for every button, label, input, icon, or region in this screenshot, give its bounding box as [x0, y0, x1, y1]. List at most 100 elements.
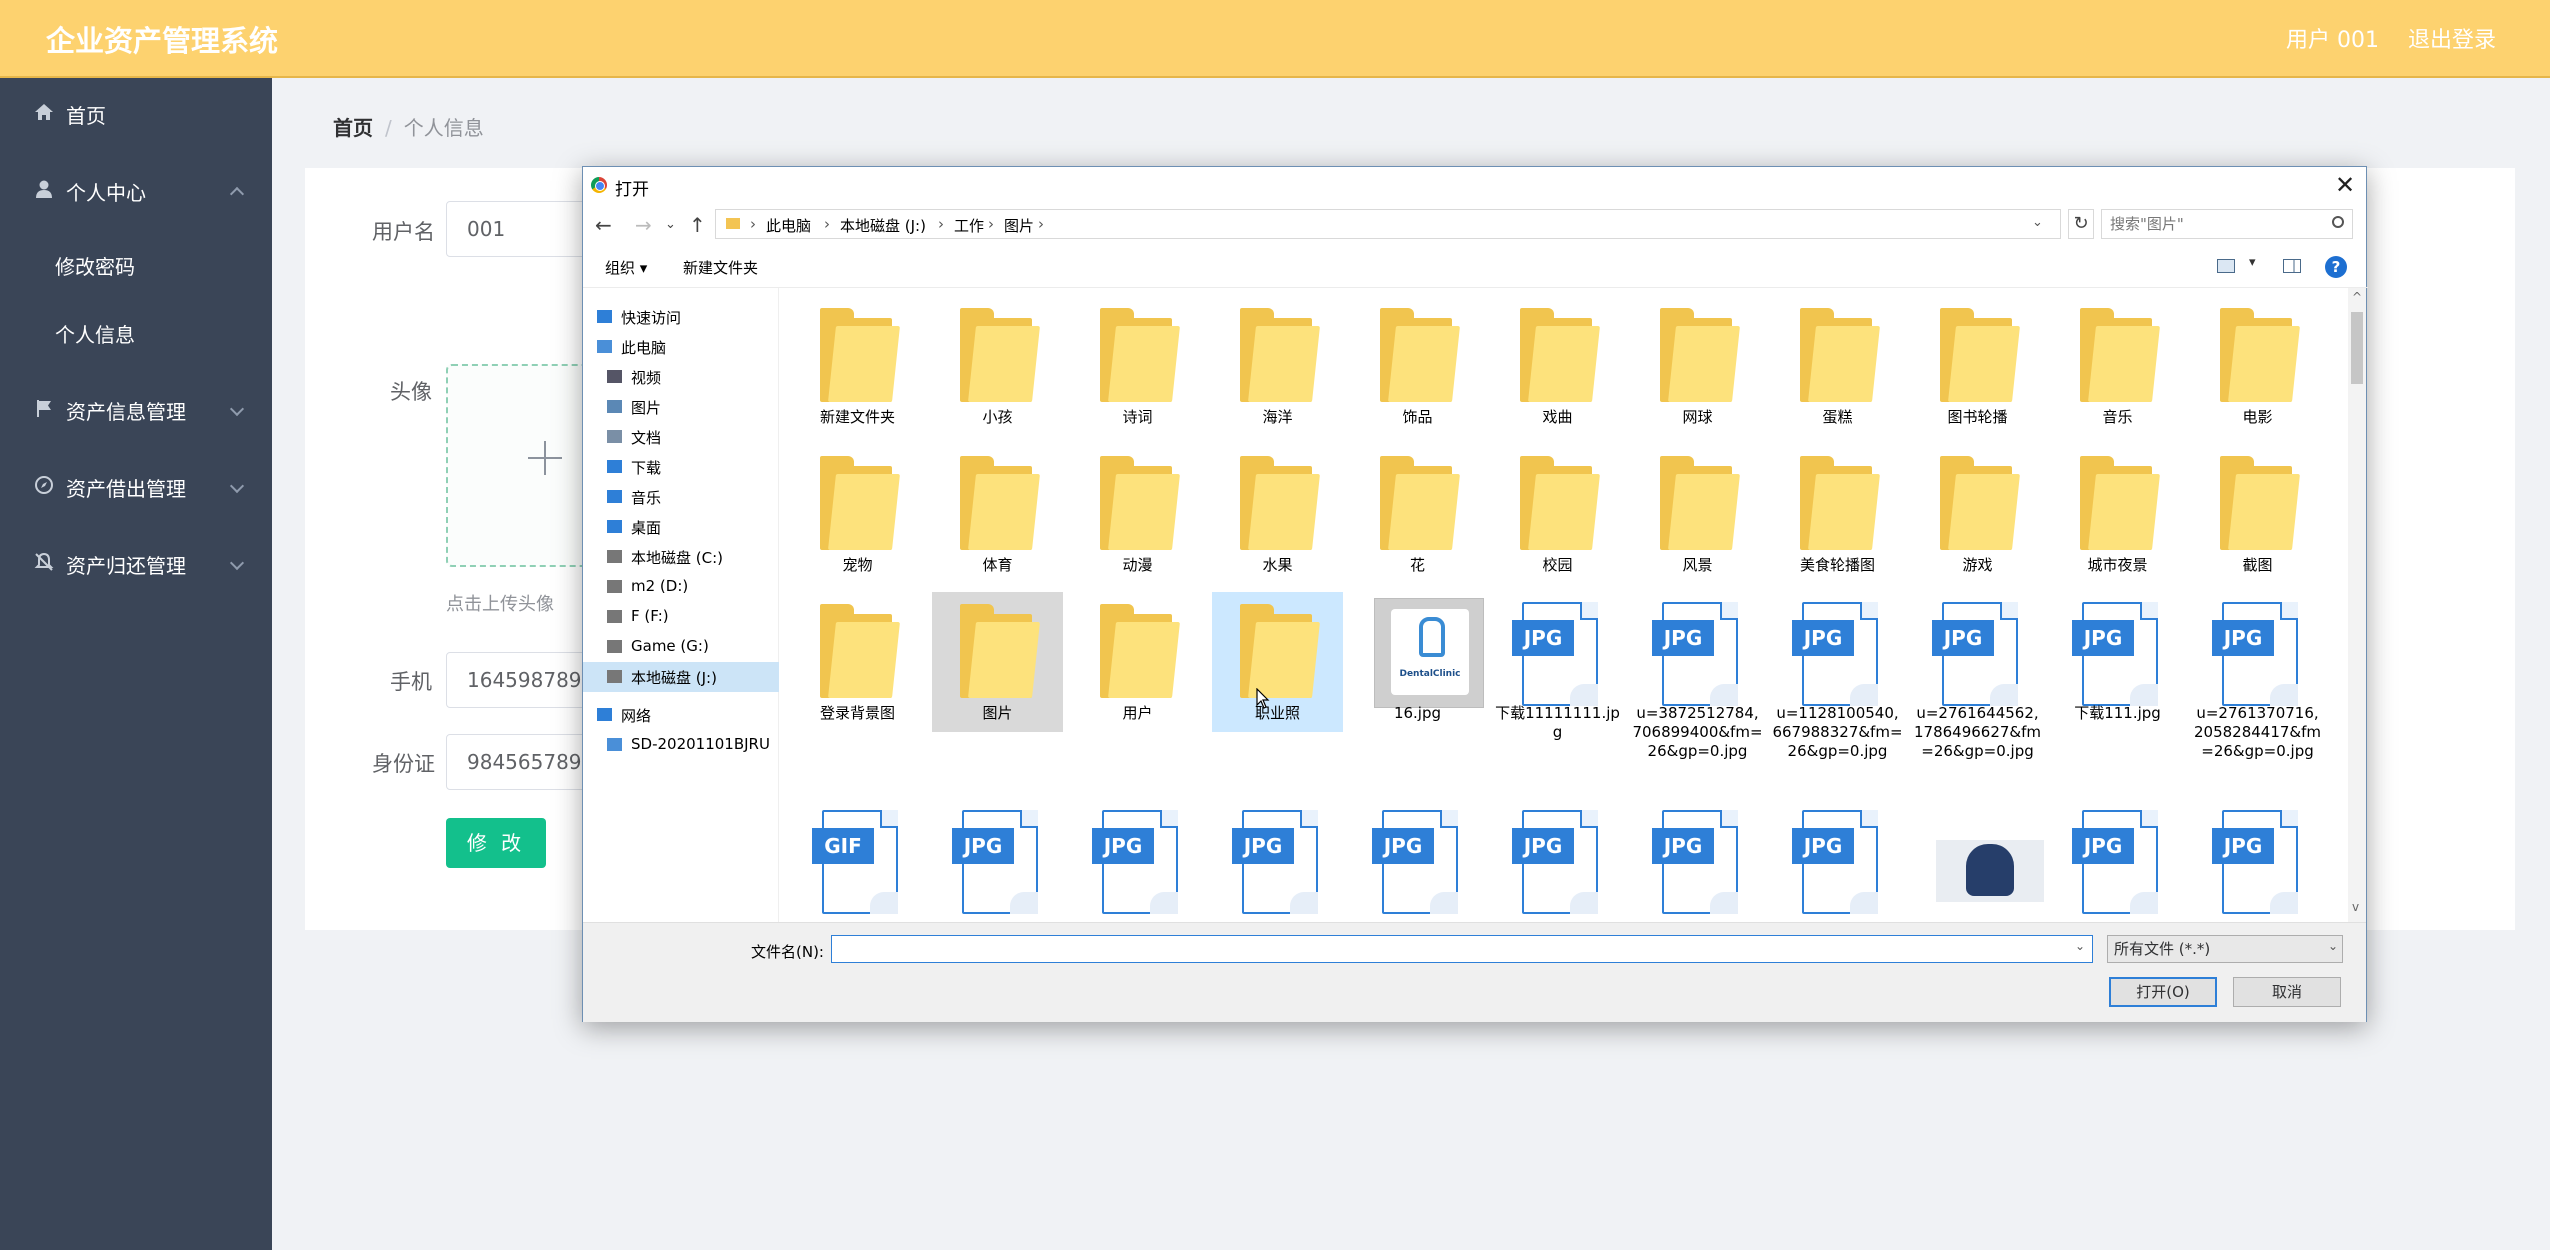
nav-item[interactable]: SD-20201101BJRU: [583, 730, 779, 760]
logout-link[interactable]: 退出登录: [2408, 22, 2496, 54]
file-item[interactable]: 戏曲: [1492, 296, 1623, 436]
up-button[interactable]: ↑: [689, 213, 706, 237]
file-item[interactable]: 海洋: [1212, 296, 1343, 436]
search-input[interactable]: 搜索"图片": [2101, 209, 2353, 239]
file-item[interactable]: 花: [1352, 444, 1483, 584]
file-item[interactable]: 水果: [1212, 444, 1343, 584]
nav-item[interactable]: Game (G:): [583, 632, 779, 662]
filename-input[interactable]: [831, 935, 2093, 963]
file-item[interactable]: 职业照: [1212, 592, 1343, 732]
sidebar-item-asset-lend[interactable]: 资产借出管理: [0, 451, 272, 521]
sidebar-item-asset-info[interactable]: 资产信息管理: [0, 374, 272, 444]
file-item[interactable]: JPG: [2192, 800, 2323, 922]
nav-item[interactable]: 文档: [583, 422, 779, 452]
file-item[interactable]: JPG: [932, 800, 1063, 922]
file-item[interactable]: 蛋糕: [1772, 296, 1903, 436]
file-item[interactable]: JPG: [1072, 800, 1203, 922]
chevron-down-icon[interactable]: ⌄: [2075, 939, 2085, 953]
file-item[interactable]: GIF: [792, 800, 923, 922]
nav-item[interactable]: 此电脑: [583, 332, 779, 362]
nav-item[interactable]: 本地磁盘 (C:): [583, 542, 779, 572]
view-options-icon[interactable]: [2217, 259, 2235, 273]
nav-item[interactable]: 桌面: [583, 512, 779, 542]
nav-item[interactable]: 图片: [583, 392, 779, 422]
path-segment[interactable]: 图片: [1004, 215, 1034, 236]
cancel-button[interactable]: 取消: [2233, 977, 2341, 1007]
chevron-down-icon[interactable]: ⌄: [2328, 939, 2338, 953]
phone-field[interactable]: 16459878982: [446, 652, 586, 708]
file-item[interactable]: 校园: [1492, 444, 1623, 584]
nav-item[interactable]: m2 (D:): [583, 572, 779, 602]
sidebar-item-personal-center[interactable]: 个人中心: [0, 155, 272, 225]
filetype-select[interactable]: 所有文件 (*.*): [2107, 935, 2343, 963]
scrollbar-thumb[interactable]: [2351, 312, 2363, 384]
file-item[interactable]: 网球: [1632, 296, 1763, 436]
file-item[interactable]: 动漫: [1072, 444, 1203, 584]
nav-item[interactable]: 快速访问: [583, 302, 779, 332]
address-bar[interactable]: › 此电脑 › 本地磁盘 (J:) › 工作 › 图片 › ⌄: [715, 209, 2061, 239]
file-item[interactable]: 美食轮播图: [1772, 444, 1903, 584]
file-item[interactable]: JPG: [1772, 800, 1903, 922]
chevron-down-icon[interactable]: ⌄: [2032, 215, 2043, 230]
forward-button[interactable]: →: [635, 213, 652, 237]
file-item[interactable]: 体育: [932, 444, 1063, 584]
file-item[interactable]: JPG: [1352, 800, 1483, 922]
new-folder-button[interactable]: 新建文件夹: [683, 257, 758, 278]
path-segment[interactable]: 本地磁盘 (J:): [840, 215, 926, 236]
nav-item[interactable]: F (F:): [583, 602, 779, 632]
file-item[interactable]: JPG 下载111.jpg: [2052, 592, 2183, 732]
file-item[interactable]: JPG: [1492, 800, 1623, 922]
nav-item[interactable]: 下载: [583, 452, 779, 482]
file-item[interactable]: 风景: [1632, 444, 1763, 584]
idcard-field[interactable]: 98456578984: [446, 734, 586, 790]
file-item[interactable]: JPG u=2761370716,2058284417&fm=26&gp=0.jp…: [2192, 592, 2323, 760]
recent-locations-button[interactable]: ⌄: [665, 217, 676, 232]
vertical-scrollbar[interactable]: ^ v: [2348, 288, 2366, 922]
scroll-down-icon[interactable]: v: [2352, 900, 2359, 914]
file-item[interactable]: 新建文件夹: [792, 296, 923, 436]
scroll-up-icon[interactable]: ^: [2352, 290, 2362, 304]
close-button[interactable]: ✕: [2335, 171, 2355, 199]
back-button[interactable]: ←: [595, 213, 612, 237]
file-item[interactable]: 截图: [2192, 444, 2323, 584]
submit-button[interactable]: 修 改: [446, 818, 546, 868]
sidebar-item-asset-return[interactable]: 资产归还管理: [0, 528, 272, 598]
file-item[interactable]: 电影: [2192, 296, 2323, 436]
file-item[interactable]: 城市夜景: [2052, 444, 2183, 584]
file-item[interactable]: 宠物: [792, 444, 923, 584]
refresh-button[interactable]: ↻: [2068, 209, 2094, 239]
file-item[interactable]: JPG u=3872512784,706899400&fm=26&gp=0.jpg: [1632, 592, 1763, 760]
file-item[interactable]: [1912, 800, 2044, 922]
file-item[interactable]: 图书轮播: [1912, 296, 2043, 436]
file-item[interactable]: 小孩: [932, 296, 1063, 436]
file-item[interactable]: JPG u=1128100540,667988327&fm=26&gp=0.jpg: [1772, 592, 1903, 760]
sidebar-item-personal-info[interactable]: 个人信息: [0, 299, 272, 365]
file-item[interactable]: 饰品: [1352, 296, 1483, 436]
nav-item[interactable]: 本地磁盘 (J:): [583, 662, 779, 692]
username-field[interactable]: 001: [446, 201, 586, 257]
file-item[interactable]: JPG: [1632, 800, 1763, 922]
organize-menu[interactable]: 组织 ▾: [605, 257, 647, 278]
nav-item[interactable]: 网络: [583, 700, 779, 730]
chevron-down-icon[interactable]: ▾: [2249, 255, 2256, 270]
file-item[interactable]: 诗词: [1072, 296, 1203, 436]
file-item[interactable]: JPG: [1212, 800, 1343, 922]
sidebar-item-home[interactable]: 首页: [0, 78, 272, 148]
preview-pane-icon[interactable]: [2283, 259, 2301, 273]
open-button[interactable]: 打开(O): [2109, 977, 2217, 1007]
nav-item[interactable]: 音乐: [583, 482, 779, 512]
file-item[interactable]: 游戏: [1912, 444, 2043, 584]
file-item[interactable]: DentalClinic 16.jpg: [1352, 592, 1484, 732]
file-item[interactable]: 用户: [1072, 592, 1203, 732]
file-item[interactable]: JPG: [2052, 800, 2183, 922]
path-segment[interactable]: 工作: [954, 215, 984, 236]
file-item[interactable]: JPG u=2761644562,1786496627&fm=26&gp=0.jp…: [1912, 592, 2043, 760]
sidebar-item-change-password[interactable]: 修改密码: [0, 231, 272, 297]
help-icon[interactable]: ?: [2325, 256, 2347, 278]
file-item[interactable]: 登录背景图: [792, 592, 923, 732]
file-item[interactable]: 音乐: [2052, 296, 2183, 436]
path-segment[interactable]: 此电脑: [766, 215, 811, 236]
nav-item[interactable]: 视频: [583, 362, 779, 392]
file-item[interactable]: JPG 下载11111111.jpg: [1492, 592, 1623, 741]
breadcrumb-home[interactable]: 首页: [333, 116, 373, 140]
